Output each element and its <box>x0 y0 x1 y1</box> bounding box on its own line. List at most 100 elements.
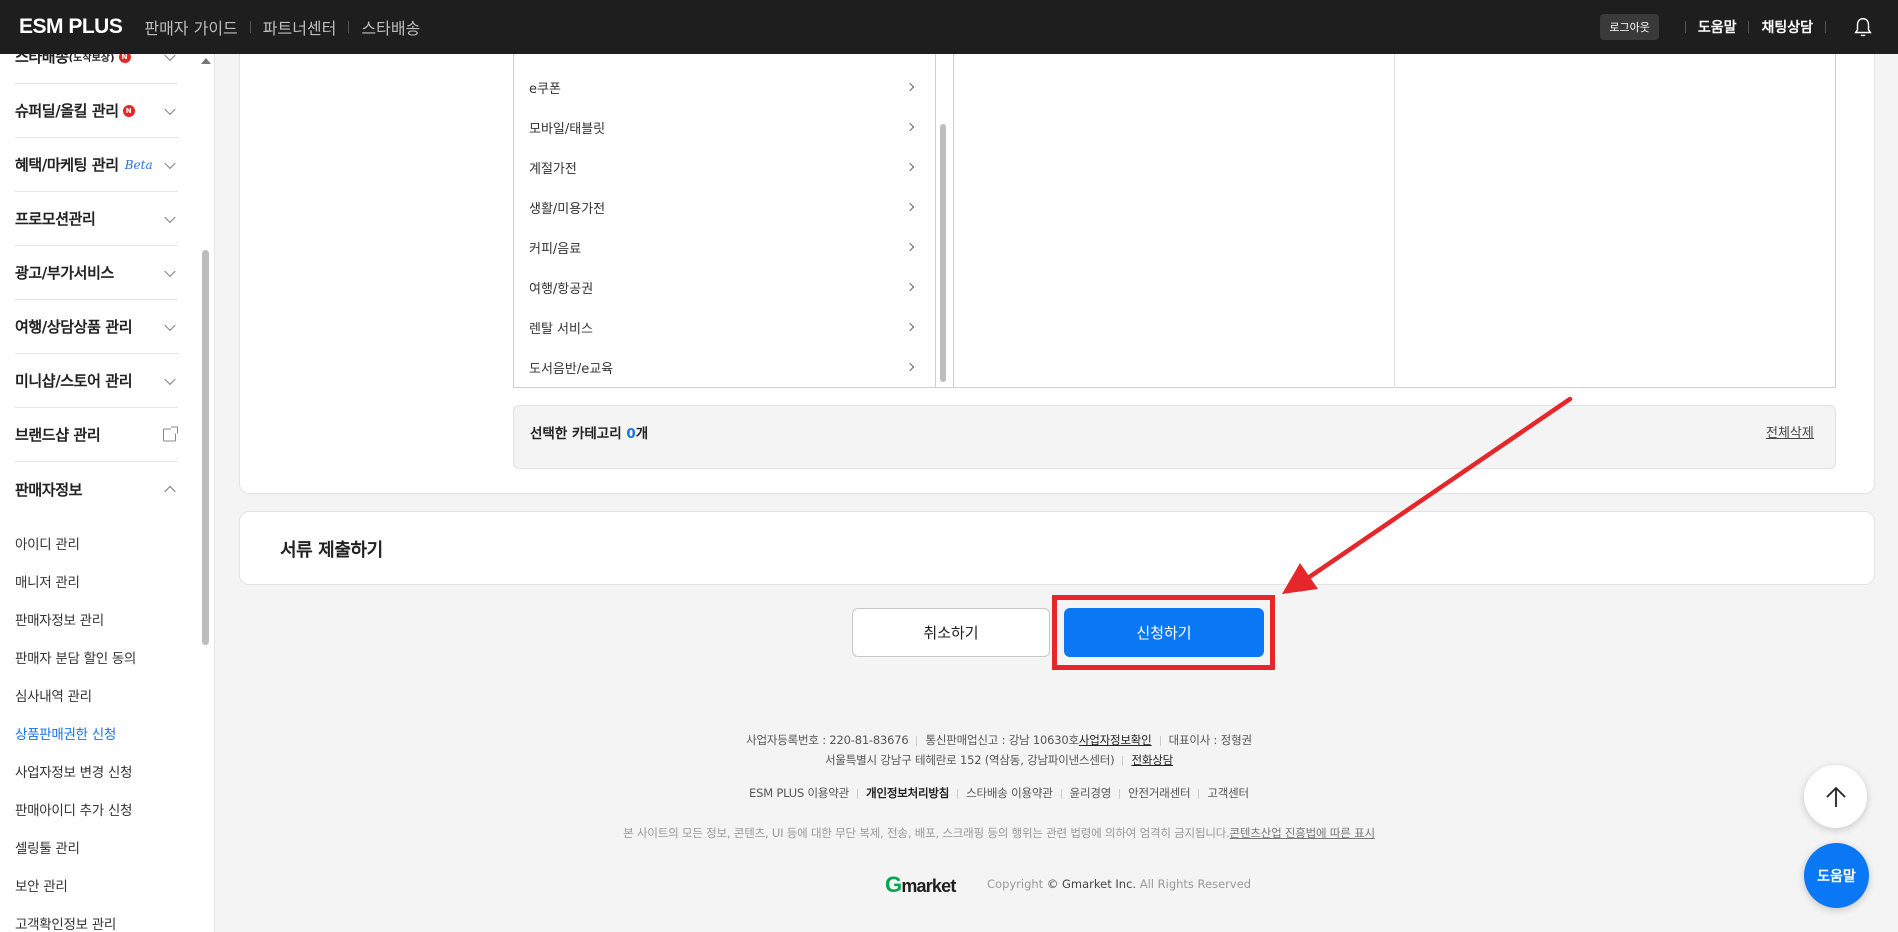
sidebar-scroll-up-icon[interactable] <box>201 58 211 64</box>
new-badge: N <box>122 104 135 117</box>
sidebar-item-seller-info-manage[interactable]: 판매자정보 관리 <box>15 609 104 629</box>
sidebar-scrollbar[interactable] <box>202 250 209 645</box>
cancel-button[interactable]: 취소하기 <box>852 608 1050 657</box>
sidebar-group-promotion[interactable]: 프로모션관리 <box>15 192 178 246</box>
category-item[interactable]: 도서음반/e교육 <box>529 347 919 387</box>
gmarket-logo: Gmarket <box>885 872 956 898</box>
chevron-right-icon <box>905 82 915 92</box>
biz-check-link[interactable]: 사업자정보확인 <box>1079 733 1152 747</box>
nav-divider <box>348 21 350 33</box>
sidebar-group-marketing[interactable]: 혜택/마케팅 관리 Beta <box>15 138 178 192</box>
divider <box>1159 735 1161 746</box>
sidebar-group-label: 미니샵/스토어 관리 <box>15 372 133 390</box>
help-link[interactable]: 도움말 <box>1698 17 1737 37</box>
document-submit-card[interactable] <box>239 511 1875 585</box>
content-law-link[interactable]: 콘텐츠산업 진흥법에 따른 표시 <box>1230 826 1376 840</box>
category-item-label: 도서음반/e교육 <box>529 361 614 377</box>
chevron-up-icon <box>164 485 176 498</box>
nav-partner-center[interactable]: 파트너센터 <box>263 15 337 39</box>
sidebar-item-id-manage[interactable]: 아이디 관리 <box>15 533 80 553</box>
footer-link-star-terms[interactable]: 스타배송 이용약관 <box>966 786 1053 800</box>
divider <box>857 788 859 799</box>
copyright-post: All Rights Reserved <box>1136 877 1252 891</box>
selected-category-panel <box>513 405 1836 469</box>
sidebar-item-customer-verify[interactable]: 고객확인정보 관리 <box>15 913 116 932</box>
sidebar-group-label: 브랜드샵 관리 <box>15 426 101 444</box>
selected-category-label: 선택한 카테고리 0개 <box>530 422 648 442</box>
bell-icon[interactable] <box>1852 16 1874 38</box>
category-item[interactable]: 렌탈 서비스 <box>529 307 919 347</box>
footer-warning: 본 사이트의 모든 정보, 콘텐츠, UI 등에 대한 무단 복제, 전송, 배… <box>0 825 1898 841</box>
footer-link-terms[interactable]: ESM PLUS 이용약관 <box>749 786 849 800</box>
category-item[interactable]: 생활/미용가전 <box>529 187 919 227</box>
divider <box>1198 788 1200 799</box>
category-scrollbar[interactable] <box>940 124 946 382</box>
sidebar-item-manager-manage[interactable]: 매니저 관리 <box>15 571 80 591</box>
chevron-right-icon <box>905 242 915 252</box>
chevron-right-icon <box>905 122 915 132</box>
sidebar-item-security[interactable]: 보안 관리 <box>15 875 68 895</box>
logout-button[interactable]: 로그아웃 <box>1600 14 1659 40</box>
footer-links: ESM PLUS 이용약관 개인정보처리방침 스타배송 이용약관 윤리경영 안전거래센터… <box>0 785 1898 801</box>
gmarket-logo-text: market <box>901 876 956 896</box>
copyright-main: © Gmarket Inc. <box>1046 877 1137 891</box>
sidebar-item-discount-agree[interactable]: 판매자 분담 할인 동의 <box>15 647 136 667</box>
chevron-down-icon <box>164 54 176 61</box>
nav-divider <box>249 21 251 33</box>
selected-unit: 개 <box>635 426 649 442</box>
help-fab-button[interactable]: 도움말 <box>1804 843 1869 908</box>
sidebar-item-review-history[interactable]: 심사내역 관리 <box>15 685 92 705</box>
footer-link-safe-trade[interactable]: 안전거래센터 <box>1128 786 1190 800</box>
chevron-down-icon <box>164 319 176 331</box>
divider <box>1060 788 1062 799</box>
footer-link-customer-center[interactable]: 고객센터 <box>1207 786 1249 800</box>
sidebar-group-label: 광고/부가서비스 <box>15 264 114 282</box>
category-item[interactable]: 모바일/태블릿 <box>529 107 919 147</box>
nav-seller-guide[interactable]: 판매자 가이드 <box>144 15 237 39</box>
footer-ceo: 대표이사 : 정형권 <box>1168 733 1252 747</box>
sidebar-item-add-seller-id[interactable]: 판매아이디 추가 신청 <box>15 799 132 819</box>
chevron-down-icon <box>164 157 176 169</box>
sidebar-group-label: 혜택/마케팅 관리 <box>15 156 119 174</box>
sidebar-group-ads[interactable]: 광고/부가서비스 <box>15 246 178 300</box>
category-item[interactable]: 계절가전 <box>529 147 919 187</box>
category-item[interactable]: e쿠폰 <box>529 67 919 107</box>
nav-star-delivery[interactable]: 스타배송 <box>361 15 420 39</box>
category-item-label: e쿠폰 <box>529 81 561 97</box>
clear-all-link[interactable]: 전체삭제 <box>1766 422 1814 441</box>
footer-link-privacy[interactable]: 개인정보처리방침 <box>866 786 949 800</box>
category-item[interactable]: 커피/음료 <box>529 227 919 267</box>
phone-consult-link[interactable]: 전화상담 <box>1131 753 1173 767</box>
selected-count: 0 <box>626 426 636 442</box>
sidebar-group-seller-info[interactable]: 판매자정보 <box>15 462 178 516</box>
category-item-label: 생활/미용가전 <box>529 201 606 217</box>
chat-link[interactable]: 채팅상담 <box>1761 17 1813 37</box>
category-item[interactable]: 여행/항공권 <box>529 267 919 307</box>
sidebar-group-star-delivery[interactable]: 스타배송 (도착보장) N <box>15 54 178 84</box>
category-column-2 <box>953 54 1395 388</box>
copyright: Copyright © Gmarket Inc. All Rights Rese… <box>987 877 1251 891</box>
chevron-down-icon <box>164 103 176 115</box>
chevron-down-icon <box>164 373 176 385</box>
arrow-up-icon <box>1825 786 1846 807</box>
sidebar-group-brandshop[interactable]: 브랜드샵 관리 <box>15 408 178 462</box>
copyright-pre: Copyright <box>987 877 1047 891</box>
footer-biz-info: 사업자등록번호 : 220-81-83676 통신판매업신고 : 강남 10630… <box>0 732 1898 748</box>
esm-plus-logo[interactable]: ESM PLUS <box>19 15 123 39</box>
new-badge: N <box>118 54 131 63</box>
category-item-label: 렌탈 서비스 <box>529 321 593 337</box>
chevron-right-icon <box>905 162 915 172</box>
external-link-icon <box>163 426 178 441</box>
gmarket-logo-g: G <box>885 872 902 897</box>
chevron-right-icon <box>905 202 915 212</box>
divider <box>1825 21 1826 33</box>
scroll-top-button[interactable] <box>1804 765 1867 828</box>
divider <box>1119 788 1121 799</box>
sidebar-group-minishop[interactable]: 미니샵/스토어 관리 <box>15 354 178 408</box>
sidebar-group-superdeal[interactable]: 슈퍼딜/올킬 관리 N <box>15 84 178 138</box>
footer-link-ethics[interactable]: 윤리경영 <box>1070 786 1112 800</box>
chevron-right-icon <box>905 282 915 292</box>
sidebar-group-travel[interactable]: 여행/상담상품 관리 <box>15 300 178 354</box>
chevron-right-icon <box>905 322 915 332</box>
category-item-label: 모바일/태블릿 <box>529 121 606 137</box>
